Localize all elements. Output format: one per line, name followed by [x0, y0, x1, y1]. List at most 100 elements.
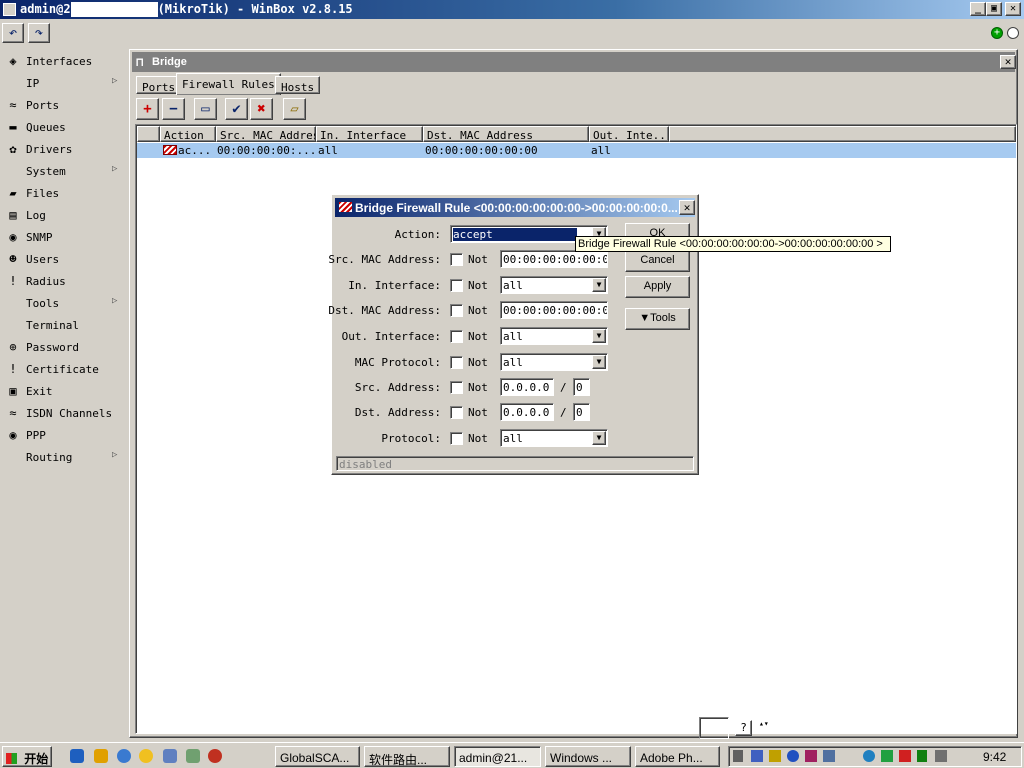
window-title-prefix: admin@2 [20, 2, 71, 16]
connected-status-icon: + [991, 27, 1003, 39]
dst-address-not-checkbox[interactable] [450, 406, 463, 419]
tray-app-icon-7[interactable] [917, 750, 927, 762]
editor-icon[interactable] [186, 749, 200, 763]
enable-button[interactable]: ✔ [225, 98, 248, 120]
tray-app-icon-5[interactable] [881, 750, 893, 762]
in-interface-select[interactable]: all ▼ [500, 276, 608, 294]
info-icon[interactable] [117, 749, 131, 763]
spin-icon[interactable]: ▴▾ [759, 719, 769, 728]
sidebar-item-files[interactable]: ▰ Files [2, 182, 126, 204]
apply-button[interactable]: Apply [625, 276, 690, 298]
column-header-dst-mac[interactable]: Dst. MAC Address [423, 126, 589, 142]
mac-protocol-value: all [503, 356, 523, 369]
sidebar-item-ip[interactable]: IP ▷ [2, 72, 126, 94]
chevron-down-icon[interactable]: ▼ [592, 329, 606, 343]
start-button[interactable]: 开始 [2, 746, 52, 767]
submenu-arrow-icon: ▷ [112, 296, 118, 306]
column-header-out-interface[interactable]: Out. Inte... [589, 126, 669, 142]
sidebar-item-routing[interactable]: Routing ▷ [2, 446, 126, 468]
cancel-button[interactable]: Cancel [625, 250, 690, 272]
sidebar-item-password[interactable]: ⊕ Password [2, 336, 126, 358]
desktop-icon[interactable] [163, 749, 177, 763]
dst-mac-field[interactable]: 00:00:00:00:00:00 [500, 301, 608, 319]
bridge-close-button[interactable]: ✕ [1000, 55, 1016, 69]
chevron-down-icon[interactable]: ▼ [592, 431, 606, 445]
minimize-button[interactable]: _ [970, 2, 986, 16]
taskbar-item-adobe[interactable]: Adobe Ph... [635, 746, 720, 767]
shield-icon[interactable] [787, 750, 799, 762]
sidebar-item-label: IP [26, 77, 40, 90]
sidebar-item-drivers[interactable]: ✿ Drivers [2, 138, 126, 160]
tools-button[interactable]: ▼Tools [625, 308, 690, 330]
sidebar-item-terminal[interactable]: Terminal [2, 314, 126, 336]
src-mac-field[interactable]: 00:00:00:00:00:00 [500, 250, 608, 268]
sidebar-item-certificate[interactable]: ! Certificate [2, 358, 126, 380]
tray-app-icon-3[interactable] [823, 750, 835, 762]
sidebar-item-isdn-channels[interactable]: ≈ ISDN Channels [2, 402, 126, 424]
sidebar-item-radius[interactable]: ! Radius [2, 270, 126, 292]
dst-address-mask-field[interactable]: 0 [573, 403, 590, 421]
sidebar-item-users[interactable]: ☻ Users [2, 248, 126, 270]
mac-protocol-not-checkbox[interactable] [450, 356, 463, 369]
chevron-down-icon[interactable]: ▼ [592, 355, 606, 369]
protocol-select[interactable]: all ▼ [500, 429, 608, 447]
system-menu-icon[interactable] [3, 3, 16, 16]
sidebar-item-system[interactable]: System ▷ [2, 160, 126, 182]
taskbar-item-winbox[interactable]: admin@21... [454, 746, 541, 767]
in-interface-not-checkbox[interactable] [450, 279, 463, 292]
sidebar-item-log[interactable]: ▤ Log [2, 204, 126, 226]
sidebar-item-ppp[interactable]: ◉ PPP [2, 424, 126, 446]
protocol-not-checkbox[interactable] [450, 432, 463, 445]
network-icon[interactable] [751, 750, 763, 762]
tray-app-icon-2[interactable] [805, 750, 817, 762]
close-button[interactable]: ✕ [1005, 2, 1021, 16]
undo-button[interactable]: ↶ [2, 23, 24, 43]
sidebar-item-tools[interactable]: Tools ▷ [2, 292, 126, 314]
tab-hosts[interactable]: Hosts [275, 76, 321, 94]
column-header-action[interactable]: Action [160, 126, 216, 142]
src-address-not-checkbox[interactable] [450, 381, 463, 394]
disable-button[interactable]: ✖ [250, 98, 273, 120]
redo-button[interactable]: ↷ [28, 23, 50, 43]
chevron-down-icon[interactable]: ▼ [592, 278, 606, 292]
sidebar-item-exit[interactable]: ▣ Exit [2, 380, 126, 402]
window-title-bar: admin@2 (MikroTik) - WinBox v2.8.15 _ ▣ ✕ [0, 0, 1024, 19]
tray-app-icon[interactable] [769, 750, 781, 762]
sidebar-item-interfaces[interactable]: ◈ Interfaces [2, 50, 126, 72]
tray-app-icon-4[interactable] [863, 750, 875, 762]
sidebar-item-queues[interactable]: ▬ Queues [2, 116, 126, 138]
mac-protocol-select[interactable]: all ▼ [500, 353, 608, 371]
src-mac-not-checkbox[interactable] [450, 253, 463, 266]
quicklaunch-icon[interactable] [94, 749, 108, 763]
sidebar-item-ports[interactable]: ≈ Ports [2, 94, 126, 116]
tab-firewall-rules[interactable]: Firewall Rules [176, 73, 281, 95]
taskbar-item-globalsca[interactable]: GlobalSCA... [275, 746, 360, 767]
tray-app-icon-8[interactable] [935, 750, 947, 762]
sidebar-item-snmp[interactable]: ◉ SNMP [2, 226, 126, 248]
src-address-mask-field[interactable]: 0 [573, 378, 590, 396]
volume-icon[interactable] [733, 750, 743, 762]
maximize-button[interactable]: ▣ [986, 2, 1002, 16]
help-button[interactable]: ? [735, 720, 752, 736]
ie-icon[interactable] [70, 749, 84, 763]
add-button[interactable]: + [136, 98, 159, 120]
dst-mac-not-checkbox[interactable] [450, 304, 463, 317]
taskbar-item-windows[interactable]: Windows ... [545, 746, 631, 767]
comment-button[interactable]: ▭ [194, 98, 217, 120]
media-icon[interactable] [139, 749, 153, 763]
taskbar-item-router[interactable]: 软件路由... [364, 746, 450, 767]
out-interface-not-checkbox[interactable] [450, 330, 463, 343]
out-interface-select[interactable]: all ▼ [500, 327, 608, 345]
sidebar-item-label: Certificate [26, 363, 99, 376]
dst-address-field[interactable]: 0.0.0.0 [500, 403, 554, 421]
tab-ports[interactable]: Ports [136, 76, 182, 94]
column-header-in-interface[interactable]: In. Interface [316, 126, 423, 142]
src-address-field[interactable]: 0.0.0.0 [500, 378, 554, 396]
browser-icon[interactable] [208, 749, 222, 763]
filter-button[interactable]: ▱ [283, 98, 306, 120]
dialog-close-button[interactable]: ✕ [679, 200, 695, 215]
column-header-src-mac[interactable]: Src. MAC Address [216, 126, 316, 142]
column-header-blank[interactable] [137, 126, 160, 142]
remove-button[interactable]: − [162, 98, 185, 120]
tray-app-icon-6[interactable] [899, 750, 911, 762]
